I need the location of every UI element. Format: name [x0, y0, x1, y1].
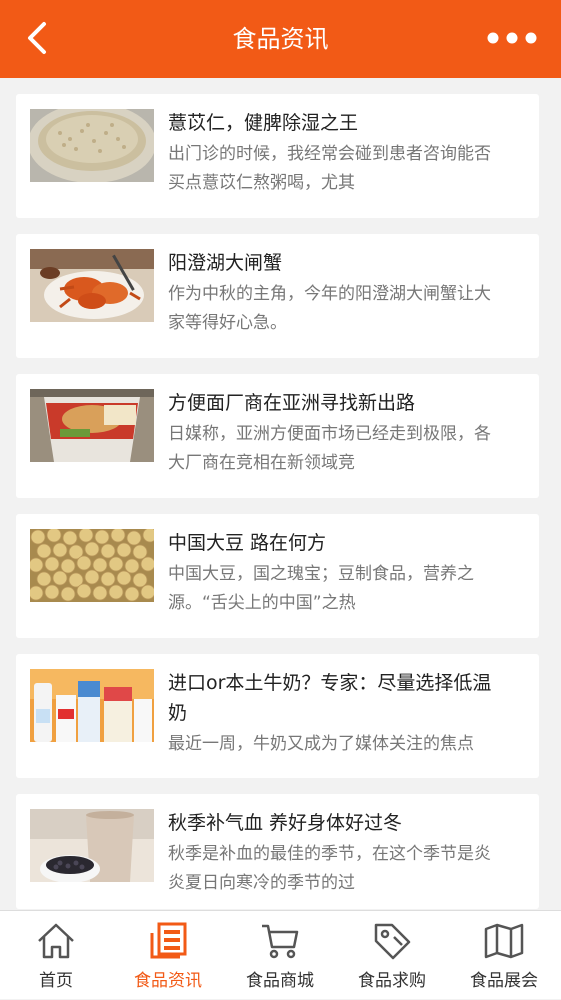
article-summary: 中国大豆，国之瑰宝；豆制食品，营养之源。“舌尖上的中国”之热: [168, 564, 474, 613]
tab-purchase[interactable]: 食品求购: [336, 911, 448, 1000]
article-title: 秋季补气血 养好身体好过冬: [168, 812, 403, 834]
tab-label: 食品求购: [358, 971, 426, 991]
news-card[interactable]: 薏苡仁，健脾除湿之王 出门诊的时候，我经常会碰到患者咨询能否买点薏苡仁熬粥喝，尤…: [16, 94, 539, 218]
news-card[interactable]: 进口or本土牛奶？专家：尽量选择低温奶 最近一周，牛奶又成为了媒体关注的焦点: [16, 654, 539, 778]
top-app-bar: 食品资讯: [0, 0, 561, 78]
tab-label: 首页: [39, 971, 73, 991]
article-title: 薏苡仁，健脾除湿之王: [168, 112, 359, 134]
tab-news[interactable]: 食品资讯: [112, 911, 224, 1000]
article-title: 进口or本土牛奶？专家：尽量选择低温奶: [168, 672, 492, 724]
article-title: 阳澄湖大闸蟹: [168, 252, 283, 274]
article-summary: 出门诊的时候，我经常会碰到患者咨询能否买点薏苡仁熬粥喝，尤其: [168, 144, 491, 193]
news-card[interactable]: 中国大豆 路在何方 中国大豆，国之瑰宝；豆制食品，营养之源。“舌尖上的中国”之热: [16, 514, 539, 638]
soybeans-photo: [30, 529, 154, 602]
news-icon: [150, 922, 187, 959]
black-beans-drink-photo: [30, 809, 154, 882]
tab-label: 食品商城: [246, 971, 314, 991]
bottom-tab-bar: 首页 食品资讯 食品商城 食品求购 食品展会: [0, 910, 561, 999]
milk-cartons-photo: [30, 669, 154, 742]
tag-icon: [374, 923, 411, 960]
article-summary: 作为中秋的主角，今年的阳澄湖大闸蟹让大家等得好心急。: [168, 284, 491, 333]
barley-grains-photo: [30, 109, 154, 182]
news-card[interactable]: 秋季补气血 养好身体好过冬 秋季是补血的最佳的季节，在这个季节是炎炎夏日向寒冷的…: [16, 794, 539, 909]
article-summary: 最近一周，牛奶又成为了媒体关注的焦点: [168, 734, 474, 754]
tab-label: 食品资讯: [134, 971, 202, 991]
article-title: 方便面厂商在亚洲寻找新出路: [168, 392, 416, 414]
news-card[interactable]: 阳澄湖大闸蟹 作为中秋的主角，今年的阳澄湖大闸蟹让大家等得好心急。: [16, 234, 539, 358]
article-title: 中国大豆 路在何方: [168, 532, 327, 554]
tab-mall[interactable]: 食品商城: [224, 911, 336, 1000]
tab-home[interactable]: 首页: [0, 911, 112, 1000]
tab-expo[interactable]: 食品展会: [448, 911, 560, 1000]
map-icon: [484, 923, 524, 959]
more-dots-icon[interactable]: [487, 28, 537, 48]
tab-label: 食品展会: [470, 971, 538, 991]
hairy-crabs-photo: [30, 249, 154, 322]
page-title: 食品资讯: [232, 25, 329, 53]
article-summary: 秋季是补血的最佳的季节，在这个季节是炎炎夏日向寒冷的季节的过: [168, 844, 491, 893]
cart-icon: [262, 924, 299, 959]
news-card[interactable]: 方便面厂商在亚洲寻找新出路 日媒称，亚洲方便面市场已经走到极限，各大厂商在竞相在…: [16, 374, 539, 498]
home-icon: [38, 923, 74, 959]
instant-noodle-cup-photo: [30, 389, 154, 462]
article-summary: 日媒称，亚洲方便面市场已经走到极限，各大厂商在竞相在新领域竞: [168, 424, 491, 473]
